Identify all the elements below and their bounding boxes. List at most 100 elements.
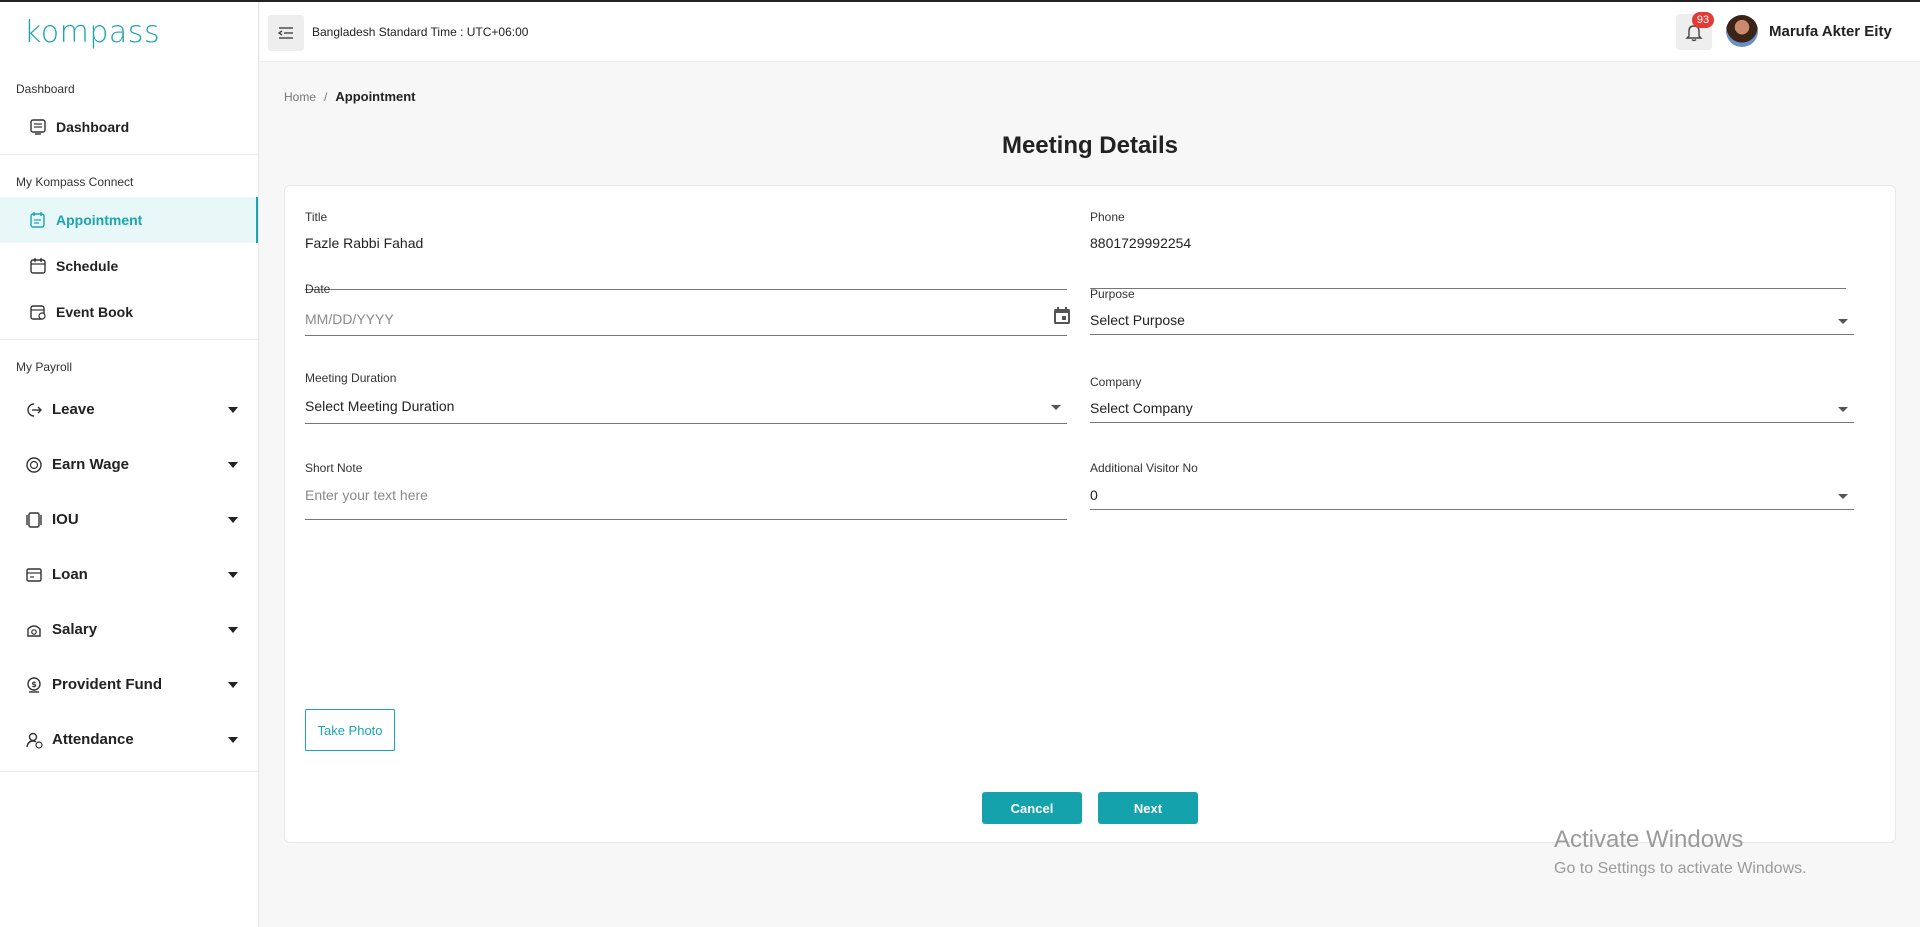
page-title: Meeting Details (1001, 132, 1179, 159)
sidebar-item-label: Event Book (56, 304, 134, 320)
sidebar-item-schedule[interactable]: Schedule (0, 243, 258, 289)
iou-icon (24, 510, 44, 530)
menu-toggle-button[interactable] (268, 15, 304, 51)
sidebar-item-leave[interactable]: Leave (0, 382, 258, 437)
purpose-value: Select Purpose (1090, 312, 1185, 328)
sidebar-item-label: IOU (52, 511, 79, 528)
svg-text:$: $ (31, 680, 37, 689)
breadcrumb-current: Appointment (335, 89, 416, 104)
chevron-down-icon (228, 406, 238, 413)
sidebar-item-loan[interactable]: Loan (0, 547, 258, 602)
appointment-icon (28, 210, 48, 230)
chevron-down-icon (228, 736, 238, 743)
kompass-logo[interactable]: kompass (0, 2, 258, 62)
meeting-duration-select[interactable]: Meeting Duration Select Meeting Duration (305, 371, 1067, 427)
chevron-down-icon (1838, 407, 1848, 412)
event-book-icon (28, 302, 48, 322)
meeting-duration-underline (305, 423, 1067, 424)
calendar-icon[interactable] (1053, 307, 1071, 330)
section-title-kompass-connect: My Kompass Connect (16, 175, 134, 189)
logo-text: kompass (24, 14, 161, 50)
next-button[interactable]: Next (1098, 792, 1198, 824)
section-title-dashboard: Dashboard (16, 82, 75, 96)
date-field[interactable]: Date MM/DD/YYYY (305, 282, 1070, 340)
chevron-down-icon (1838, 494, 1848, 499)
short-note-input[interactable]: Enter your text here (305, 487, 428, 503)
divider (0, 771, 258, 772)
sidebar-item-label: Appointment (56, 212, 143, 228)
phone-field[interactable]: Phone 8801729992254 (1090, 210, 1846, 289)
cancel-button[interactable]: Cancel (982, 792, 1082, 824)
chevron-down-icon (228, 681, 238, 688)
additional-visitor-label: Additional Visitor No (1090, 461, 1198, 475)
sidebar-item-label: Schedule (56, 258, 119, 274)
sidebar-item-label: Dashboard (56, 119, 130, 135)
loan-icon (24, 565, 44, 585)
short-note-underline (305, 519, 1067, 520)
meeting-details-form: Title Fazle Rabbi Fahad Phone 8801729992… (284, 185, 1896, 843)
company-value: Select Company (1090, 400, 1193, 416)
attendance-icon (24, 730, 44, 750)
purpose-underline (1090, 334, 1854, 335)
leave-icon (24, 400, 44, 420)
provident-fund-icon: $ (24, 675, 44, 695)
sidebar-item-label: Loan (52, 566, 88, 583)
sidebar-item-iou[interactable]: IOU (0, 492, 258, 547)
sidebar-item-label: Attendance (52, 731, 134, 748)
avatar[interactable] (1726, 15, 1758, 47)
title-field[interactable]: Title Fazle Rabbi Fahad (305, 210, 1067, 290)
breadcrumb: Home / Appointment (284, 89, 416, 104)
additional-visitor-value: 0 (1090, 487, 1098, 503)
meeting-duration-label: Meeting Duration (305, 371, 397, 385)
sidebar-item-label: Salary (52, 621, 98, 638)
salary-icon (24, 620, 44, 640)
menu-collapse-icon (278, 27, 293, 39)
sidebar-item-dashboard[interactable]: Dashboard (0, 104, 258, 150)
short-note-label: Short Note (305, 461, 363, 475)
dashboard-icon (28, 117, 48, 137)
chevron-down-icon (228, 461, 238, 468)
title-label: Title (305, 210, 328, 224)
sidebar-item-label: Leave (52, 401, 95, 418)
sidebar: kompass Dashboard Dashboard My Kompass C… (0, 2, 259, 927)
additional-visitor-select[interactable]: Additional Visitor No 0 (1090, 461, 1854, 521)
notification-badge: 93 (1692, 12, 1714, 28)
title-input[interactable]: Fazle Rabbi Fahad (305, 235, 423, 251)
user-name[interactable]: Marufa Akter Eity (1769, 23, 1892, 40)
date-label: Date (305, 282, 331, 296)
chevron-down-icon (228, 626, 238, 633)
take-photo-button[interactable]: Take Photo (305, 709, 395, 751)
windows-activation-watermark: Activate Windows Go to Settings to activ… (1554, 826, 1807, 878)
date-input[interactable]: MM/DD/YYYY (305, 311, 394, 327)
watermark-subtitle: Go to Settings to activate Windows. (1554, 860, 1807, 877)
top-header: Bangladesh Standard Time : UTC+06:00 93 … (260, 2, 1920, 62)
short-note-field[interactable]: Short Note Enter your text here (305, 461, 1067, 521)
sidebar-item-event-book[interactable]: Event Book (0, 289, 258, 335)
phone-input[interactable]: 8801729992254 (1090, 235, 1191, 251)
earn-wage-icon (24, 455, 44, 475)
watermark-title: Activate Windows (1554, 826, 1744, 853)
company-label: Company (1090, 375, 1142, 389)
chevron-down-icon (1051, 405, 1061, 410)
meeting-duration-value: Select Meeting Duration (305, 398, 455, 414)
sidebar-item-appointment[interactable]: Appointment (0, 197, 258, 243)
section-title-payroll: My Payroll (16, 360, 73, 374)
sidebar-item-attendance[interactable]: Attendance (0, 712, 258, 767)
sidebar-item-earn-wage[interactable]: Earn Wage (0, 437, 258, 492)
phone-label: Phone (1090, 210, 1125, 224)
additional-visitor-underline (1090, 509, 1854, 510)
chevron-down-icon (1838, 319, 1848, 324)
date-underline (305, 335, 1067, 336)
company-select[interactable]: Company Select Company (1090, 375, 1854, 431)
breadcrumb-home[interactable]: Home (284, 90, 316, 104)
chevron-down-icon (228, 571, 238, 578)
sidebar-item-label: Earn Wage (52, 456, 129, 473)
chevron-down-icon (228, 516, 238, 523)
sidebar-item-salary[interactable]: Salary (0, 602, 258, 657)
sidebar-item-label: Provident Fund (52, 676, 162, 693)
purpose-select[interactable]: Purpose Select Purpose (1090, 287, 1854, 343)
sidebar-item-provident-fund[interactable]: $ Provident Fund (0, 657, 258, 712)
timezone-label: Bangladesh Standard Time : UTC+06:00 (312, 25, 529, 39)
breadcrumb-separator: / (324, 90, 328, 104)
calendar-icon (28, 256, 48, 276)
